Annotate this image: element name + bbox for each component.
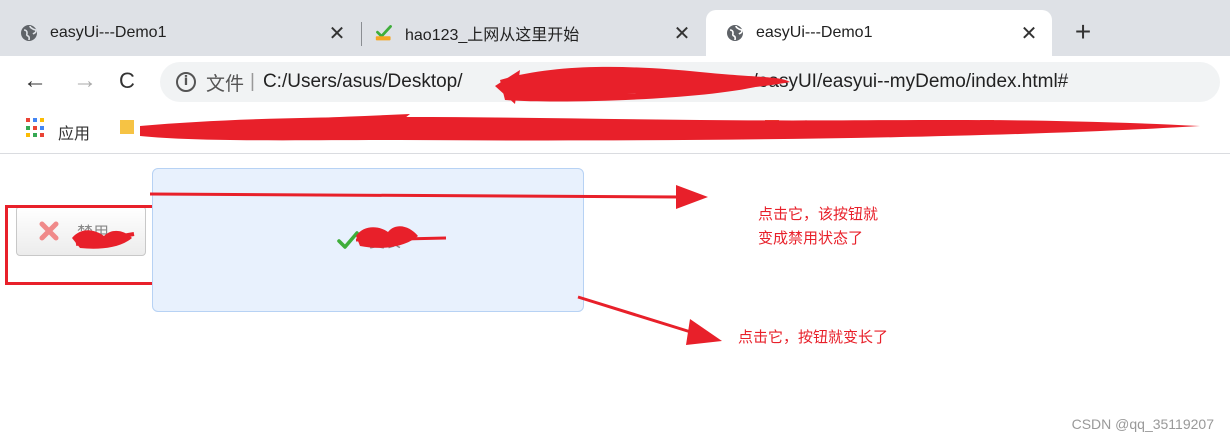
- page-content: 禁用 变长 点击它，该按钮就 变成禁用状态了 点击它，按钮就变长了 CSDN @…: [0, 155, 1230, 440]
- globe-icon: [20, 24, 38, 42]
- hao123-logo-icon: [375, 24, 393, 42]
- annotation-text: 变成禁用状态了: [758, 230, 864, 247]
- checkmark-icon: [335, 227, 361, 253]
- address-scheme: 文件: [206, 73, 245, 95]
- back-button[interactable]: ←: [20, 66, 50, 96]
- tab-title: easyUi---Demo1: [50, 24, 167, 41]
- globe-icon: [726, 24, 744, 42]
- bookmark-site-icon[interactable]: [765, 120, 779, 134]
- address-url-end: /easyUI/easyui--myDemo/index.html#: [752, 71, 1069, 92]
- tab-easyui-demo1-active[interactable]: easyUi---Demo1 ✕: [706, 10, 1052, 56]
- close-tab-icon[interactable]: ✕: [1014, 21, 1044, 46]
- bookmark-folder-icon[interactable]: [680, 120, 694, 134]
- apps-grid-icon[interactable]: [26, 118, 46, 138]
- bookmark-folder-icon[interactable]: [360, 120, 374, 134]
- bookmark-site-icon[interactable]: [980, 120, 994, 134]
- info-icon[interactable]: i: [176, 72, 196, 92]
- bookmark-folder-icon[interactable]: [120, 120, 134, 134]
- address-divider: |: [250, 71, 255, 92]
- annotation-resize-note: 点击它，按钮就变长了: [738, 329, 889, 346]
- close-tab-icon[interactable]: ✕: [322, 21, 352, 46]
- annotation-disable-note: 点击它，该按钮就 变成禁用状态了: [758, 203, 878, 251]
- screenshot-root: easyUi---Demo1 ✕ hao123_上网从这里开始 ✕ easyUi…: [0, 0, 1230, 440]
- bookmarks-bar: 应用: [0, 110, 1230, 154]
- bookmark-folder-icon[interactable]: [455, 120, 469, 134]
- watermark: CSDN @qq_35119207: [1071, 416, 1214, 432]
- tab-hao123[interactable]: hao123_上网从这里开始 ✕: [355, 10, 705, 56]
- tab-title: easyUi---Demo1: [756, 24, 873, 41]
- tab-easyui-demo1-first[interactable]: easyUi---Demo1 ✕: [0, 10, 360, 56]
- browser-toolbar: ← → C i 文件 | C:/Users/asus/Desktop/ /eas…: [0, 56, 1230, 110]
- resize-button[interactable]: 变长: [152, 168, 584, 312]
- apps-label[interactable]: 应用: [58, 120, 90, 144]
- annotation-text: 点击它，该按钮就: [758, 206, 879, 223]
- annotation-highlight-box: [5, 205, 156, 285]
- address-bar[interactable]: i 文件 | C:/Users/asus/Desktop/ /easyUI/ea…: [160, 62, 1220, 102]
- address-url-start: C:/Users/asus/Desktop/: [262, 71, 463, 92]
- close-tab-icon[interactable]: ✕: [667, 21, 697, 46]
- tab-title: hao123_上网从这里开始: [405, 27, 580, 44]
- resize-button-label: 变长: [368, 234, 401, 251]
- reload-button[interactable]: C: [112, 66, 142, 96]
- new-tab-button[interactable]: +: [1066, 16, 1100, 50]
- tab-strip: easyUi---Demo1 ✕ hao123_上网从这里开始 ✕ easyUi…: [0, 0, 1230, 56]
- forward-button[interactable]: →: [70, 66, 100, 96]
